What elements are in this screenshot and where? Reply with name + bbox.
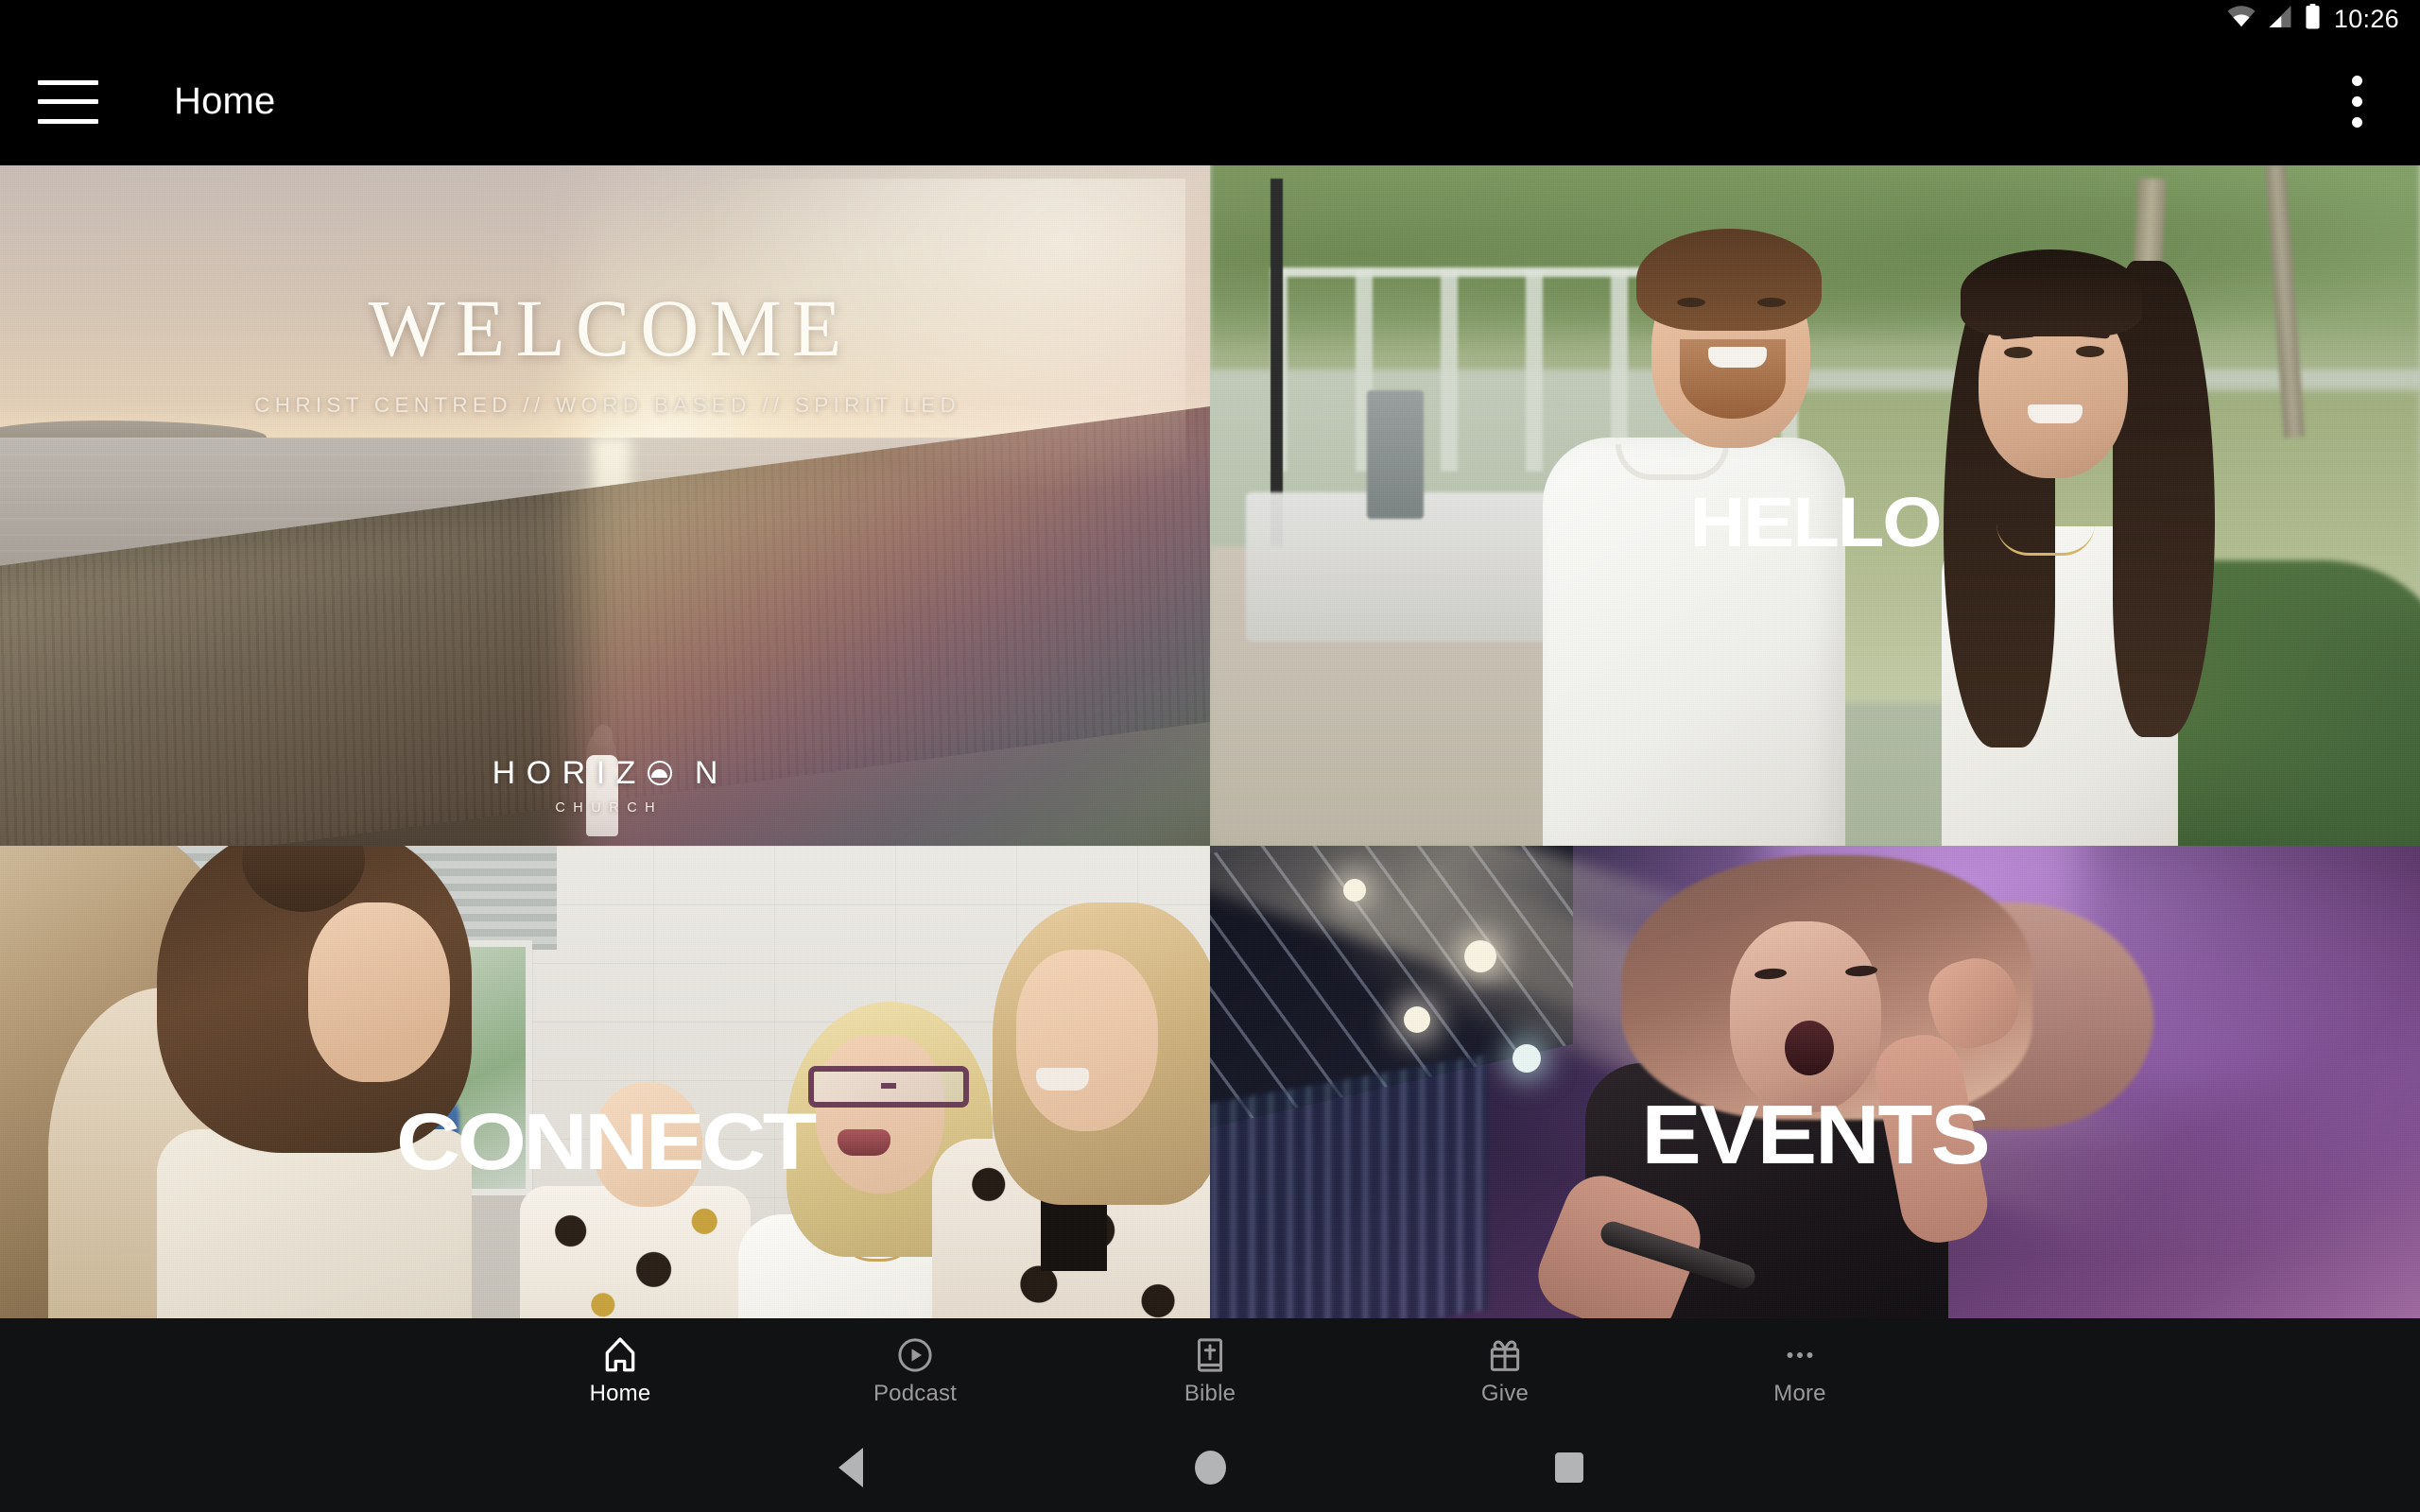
recents-square-icon[interactable] bbox=[1527, 1439, 1612, 1496]
eyeglasses-icon bbox=[808, 1065, 970, 1108]
status-icon-group bbox=[2227, 4, 2321, 34]
nav-item-podcast[interactable]: Podcast bbox=[768, 1334, 1063, 1407]
hamburger-menu-icon[interactable] bbox=[38, 79, 98, 124]
singer-face bbox=[1730, 921, 1882, 1112]
back-triangle-icon[interactable] bbox=[808, 1439, 893, 1496]
stage-lamp bbox=[1403, 1006, 1430, 1033]
gift-icon bbox=[1485, 1334, 1525, 1376]
nav-label-bible: Bible bbox=[1184, 1380, 1236, 1406]
page-title: Home bbox=[174, 80, 276, 122]
lens-flare bbox=[701, 179, 1186, 492]
man-eye bbox=[1756, 297, 1786, 307]
woman-knit-cardigan bbox=[157, 1129, 473, 1318]
tile-connect[interactable]: CONNECT bbox=[0, 846, 1210, 1318]
nav-item-list: Home Podcast Bible Give More bbox=[473, 1334, 1947, 1407]
woman-smile bbox=[2028, 404, 2083, 424]
nav-item-home[interactable]: Home bbox=[473, 1334, 768, 1407]
woman-face bbox=[1016, 950, 1159, 1131]
play-circle-icon bbox=[895, 1334, 935, 1376]
tile-events[interactable]: EVENTS bbox=[1210, 846, 2420, 1318]
battery-icon bbox=[2305, 4, 2321, 34]
singer-open-mouth bbox=[1785, 1021, 1834, 1075]
woman-open-mouth bbox=[837, 1129, 890, 1156]
baby-head bbox=[593, 1082, 703, 1207]
man-hair bbox=[1635, 228, 1822, 331]
status-time: 10:26 bbox=[2333, 4, 2399, 33]
nav-label-podcast: Podcast bbox=[873, 1380, 958, 1406]
rubbish-bin bbox=[1367, 389, 1425, 520]
app-bar: Home bbox=[0, 38, 2420, 165]
nav-item-more[interactable]: More bbox=[1652, 1334, 1947, 1407]
tile-welcome[interactable]: WELCOME CHRIST CENTRED // WORD BASED // … bbox=[0, 165, 1210, 846]
bible-book-icon bbox=[1190, 1334, 1230, 1376]
woman-eye bbox=[2076, 345, 2105, 357]
status-bar: 10:26 bbox=[0, 0, 2420, 38]
stage-lamp bbox=[1512, 1044, 1541, 1073]
nav-item-bible[interactable]: Bible bbox=[1063, 1334, 1357, 1407]
woman-hair-top bbox=[1960, 249, 2142, 337]
woman-eye bbox=[2003, 346, 2032, 358]
home-circle-icon[interactable] bbox=[1167, 1439, 1253, 1496]
church-home-icon bbox=[600, 1334, 640, 1376]
home-tile-grid: WELCOME CHRIST CENTRED // WORD BASED // … bbox=[0, 165, 2420, 1318]
woman-face bbox=[815, 1035, 944, 1194]
cellular-signal-icon bbox=[2268, 6, 2292, 32]
android-system-navigation bbox=[0, 1422, 2420, 1512]
man-shirt bbox=[1543, 438, 1845, 846]
man-smile bbox=[1708, 347, 1768, 369]
nav-label-home: Home bbox=[589, 1380, 651, 1406]
woman-smile bbox=[1035, 1068, 1089, 1091]
stage-lamp bbox=[1463, 940, 1496, 972]
nav-label-more: More bbox=[1773, 1380, 1826, 1406]
nav-label-give: Give bbox=[1480, 1380, 1530, 1406]
more-vertical-icon[interactable] bbox=[2335, 69, 2378, 135]
more-horizontal-icon bbox=[1780, 1334, 1820, 1376]
stage-lamp bbox=[1342, 879, 1366, 902]
tile-hello[interactable]: HELLO bbox=[1210, 165, 2420, 846]
system-nav-buttons bbox=[808, 1439, 1612, 1496]
woman-profile-face bbox=[308, 902, 451, 1082]
bottom-navigation-bar: Home Podcast Bible Give More bbox=[0, 1318, 2420, 1422]
wifi-icon bbox=[2227, 6, 2256, 32]
nav-item-give[interactable]: Give bbox=[1357, 1334, 1652, 1407]
